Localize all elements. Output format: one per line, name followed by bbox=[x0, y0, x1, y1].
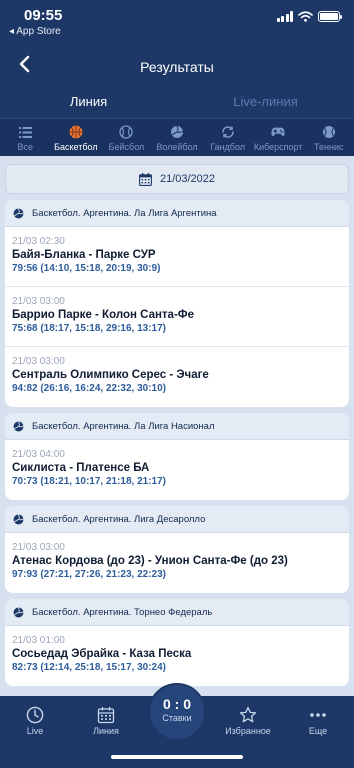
bets-button[interactable]: 0 : 0 Ставки bbox=[148, 683, 206, 741]
match-teams: Сиклиста - Платенсе БА bbox=[12, 462, 150, 474]
match-time: 21/03 03:00 bbox=[12, 542, 65, 553]
clock-icon bbox=[26, 706, 44, 724]
selected-date: 21/03/2022 bbox=[159, 173, 216, 185]
sport-tab-baseball[interactable]: Бейсбол bbox=[101, 119, 152, 156]
match-teams: Сосьедад Эбрайка - Каза Песка bbox=[12, 648, 192, 660]
league-group: Баскетбол. Аргентина. Ла Лига Насионал 2… bbox=[5, 413, 349, 500]
volleyball-icon bbox=[13, 207, 24, 218]
page-header: Результаты bbox=[0, 40, 354, 88]
bottom-navigation: Live Линия 0 : 0 Ставки Избранное Еще bbox=[0, 683, 354, 768]
wifi-icon bbox=[298, 11, 313, 22]
sport-filter-bar: Все Баскетбол Бейсбол Волейбол Гандбол К… bbox=[0, 118, 354, 156]
match-teams: Атенас Кордова (до 23) - Унион Санта-Фе … bbox=[12, 555, 288, 567]
match-score: 97:93 (27:21, 27:26, 21:23, 22:23) bbox=[12, 569, 166, 580]
nav-more[interactable]: Еще bbox=[288, 706, 348, 736]
match-row[interactable]: 21/03 03:00 Сентраль Олимпико Серес - Эч… bbox=[5, 347, 349, 407]
baseball-icon bbox=[119, 125, 134, 139]
sport-tab-label: Гандбол bbox=[210, 142, 245, 152]
match-score: 79:56 (14:10, 15:18, 20:19, 30:9) bbox=[12, 263, 161, 274]
match-time: 21/03 03:00 bbox=[12, 296, 65, 307]
list-icon bbox=[18, 125, 32, 139]
match-time: 21/03 04:00 bbox=[12, 449, 65, 460]
league-group: Баскетбол. Аргентина. Торнео Федераль 21… bbox=[5, 599, 349, 686]
nav-label: Еще bbox=[308, 726, 328, 736]
league-title: Баскетбол. Аргентина. Лига Десаролло bbox=[32, 513, 206, 525]
sport-tab-label: Волейбол bbox=[156, 142, 198, 152]
league-group: Баскетбол. Аргентина. Ла Лига Аргентина … bbox=[5, 200, 349, 407]
calendar-icon bbox=[139, 172, 152, 186]
tab-line[interactable]: Линия bbox=[0, 88, 177, 122]
bets-count: 0 : 0 bbox=[162, 696, 191, 712]
sport-tab-handball[interactable]: Гандбол bbox=[202, 119, 253, 156]
back-to-app-store-link[interactable]: ◂ App Store bbox=[9, 26, 61, 37]
cellular-signal-icon bbox=[276, 11, 293, 22]
date-picker[interactable]: 21/03/2022 bbox=[5, 164, 349, 194]
tennis-icon bbox=[322, 125, 336, 139]
league-header: Баскетбол. Аргентина. Лига Десаролло bbox=[5, 506, 349, 533]
home-indicator bbox=[111, 755, 243, 759]
nav-live[interactable]: Live bbox=[5, 706, 65, 736]
nav-line[interactable]: Линия bbox=[76, 706, 136, 736]
basketball-icon bbox=[69, 125, 83, 139]
results-list[interactable]: 21/03/2022 Баскетбол. Аргентина. Ла Лига… bbox=[0, 156, 354, 696]
clock: 09:55 bbox=[24, 7, 63, 24]
star-icon bbox=[239, 706, 257, 723]
match-score: 82:73 (12:14, 25:18, 15:17, 30:24) bbox=[12, 662, 166, 673]
line-type-tabs: Линия Live-линия bbox=[0, 88, 354, 122]
nav-label: Линия bbox=[93, 726, 119, 736]
nav-label: Live bbox=[26, 726, 44, 736]
league-title: Баскетбол. Аргентина. Ла Лига Аргентина bbox=[32, 207, 217, 219]
sport-tab-label: Все bbox=[17, 142, 34, 152]
league-header: Баскетбол. Аргентина. Ла Лига Насионал bbox=[5, 413, 349, 440]
sport-tab-label: Баскетбол bbox=[54, 142, 98, 152]
handball-icon bbox=[221, 125, 235, 139]
volleyball-icon bbox=[170, 125, 184, 139]
match-score: 75:68 (18:17, 15:18, 29:16, 13:17) bbox=[12, 323, 166, 334]
league-header: Баскетбол. Аргентина. Торнео Федераль bbox=[5, 599, 349, 626]
status-bar: 09:55 ◂ App Store bbox=[0, 0, 354, 40]
league-title: Баскетбол. Аргентина. Ла Лига Насионал bbox=[32, 420, 215, 432]
nav-label: Ставки bbox=[162, 713, 192, 723]
match-teams: Байя-Бланка - Парке СУР bbox=[12, 249, 156, 261]
volleyball-icon bbox=[13, 606, 24, 617]
sport-tab-label: Теннис bbox=[314, 142, 344, 152]
volleyball-icon bbox=[13, 513, 24, 524]
more-dots-icon bbox=[310, 713, 326, 717]
match-row[interactable]: 21/03 01:00 Сосьедад Эбрайка - Каза Песк… bbox=[5, 626, 349, 686]
nav-label: Избранное bbox=[225, 726, 271, 736]
league-header: Баскетбол. Аргентина. Ла Лига Аргентина bbox=[5, 200, 349, 227]
sport-tab-all[interactable]: Все bbox=[0, 119, 51, 156]
sport-tab-esports[interactable]: Киберспорт bbox=[253, 119, 304, 156]
gamepad-icon bbox=[271, 125, 285, 139]
battery-icon bbox=[318, 11, 342, 22]
match-time: 21/03 03:00 bbox=[12, 356, 65, 367]
league-title: Баскетбол. Аргентина. Торнео Федераль bbox=[32, 606, 213, 618]
sport-tab-label: Киберспорт bbox=[253, 142, 303, 152]
calendar-icon bbox=[97, 707, 115, 724]
tab-live-line[interactable]: Live-линия bbox=[177, 88, 354, 118]
sport-tab-label: Бейсбол bbox=[108, 142, 145, 152]
volleyball-icon bbox=[13, 420, 24, 431]
league-group: Баскетбол. Аргентина. Лига Десаролло 21/… bbox=[5, 506, 349, 593]
nav-favorites[interactable]: Избранное bbox=[218, 706, 278, 736]
page-title: Результаты bbox=[140, 59, 214, 75]
match-score: 70:73 (18:21, 10:17, 21:18, 21:17) bbox=[12, 476, 166, 487]
match-time: 21/03 02:30 bbox=[12, 236, 65, 247]
match-teams: Сентраль Олимпико Серес - Эчаге bbox=[12, 369, 209, 381]
match-row[interactable]: 21/03 04:00 Сиклиста - Платенсе БА 70:73… bbox=[5, 440, 349, 500]
match-time: 21/03 01:00 bbox=[12, 635, 65, 646]
sport-tab-tennis[interactable]: Теннис bbox=[303, 119, 354, 156]
match-row[interactable]: 21/03 03:00 Атенас Кордова (до 23) - Уни… bbox=[5, 533, 349, 593]
match-score: 94:82 (26:16, 16:24, 22:32, 30:10) bbox=[12, 383, 166, 394]
match-row[interactable]: 21/03 02:30 Байя-Бланка - Парке СУР 79:5… bbox=[5, 227, 349, 287]
match-row[interactable]: 21/03 03:00 Баррио Парке - Колон Санта-Ф… bbox=[5, 287, 349, 347]
sport-tab-volleyball[interactable]: Волейбол bbox=[152, 119, 203, 156]
match-teams: Баррио Парке - Колон Санта-Фе bbox=[12, 309, 194, 321]
sport-tab-basketball[interactable]: Баскетбол bbox=[51, 119, 102, 156]
